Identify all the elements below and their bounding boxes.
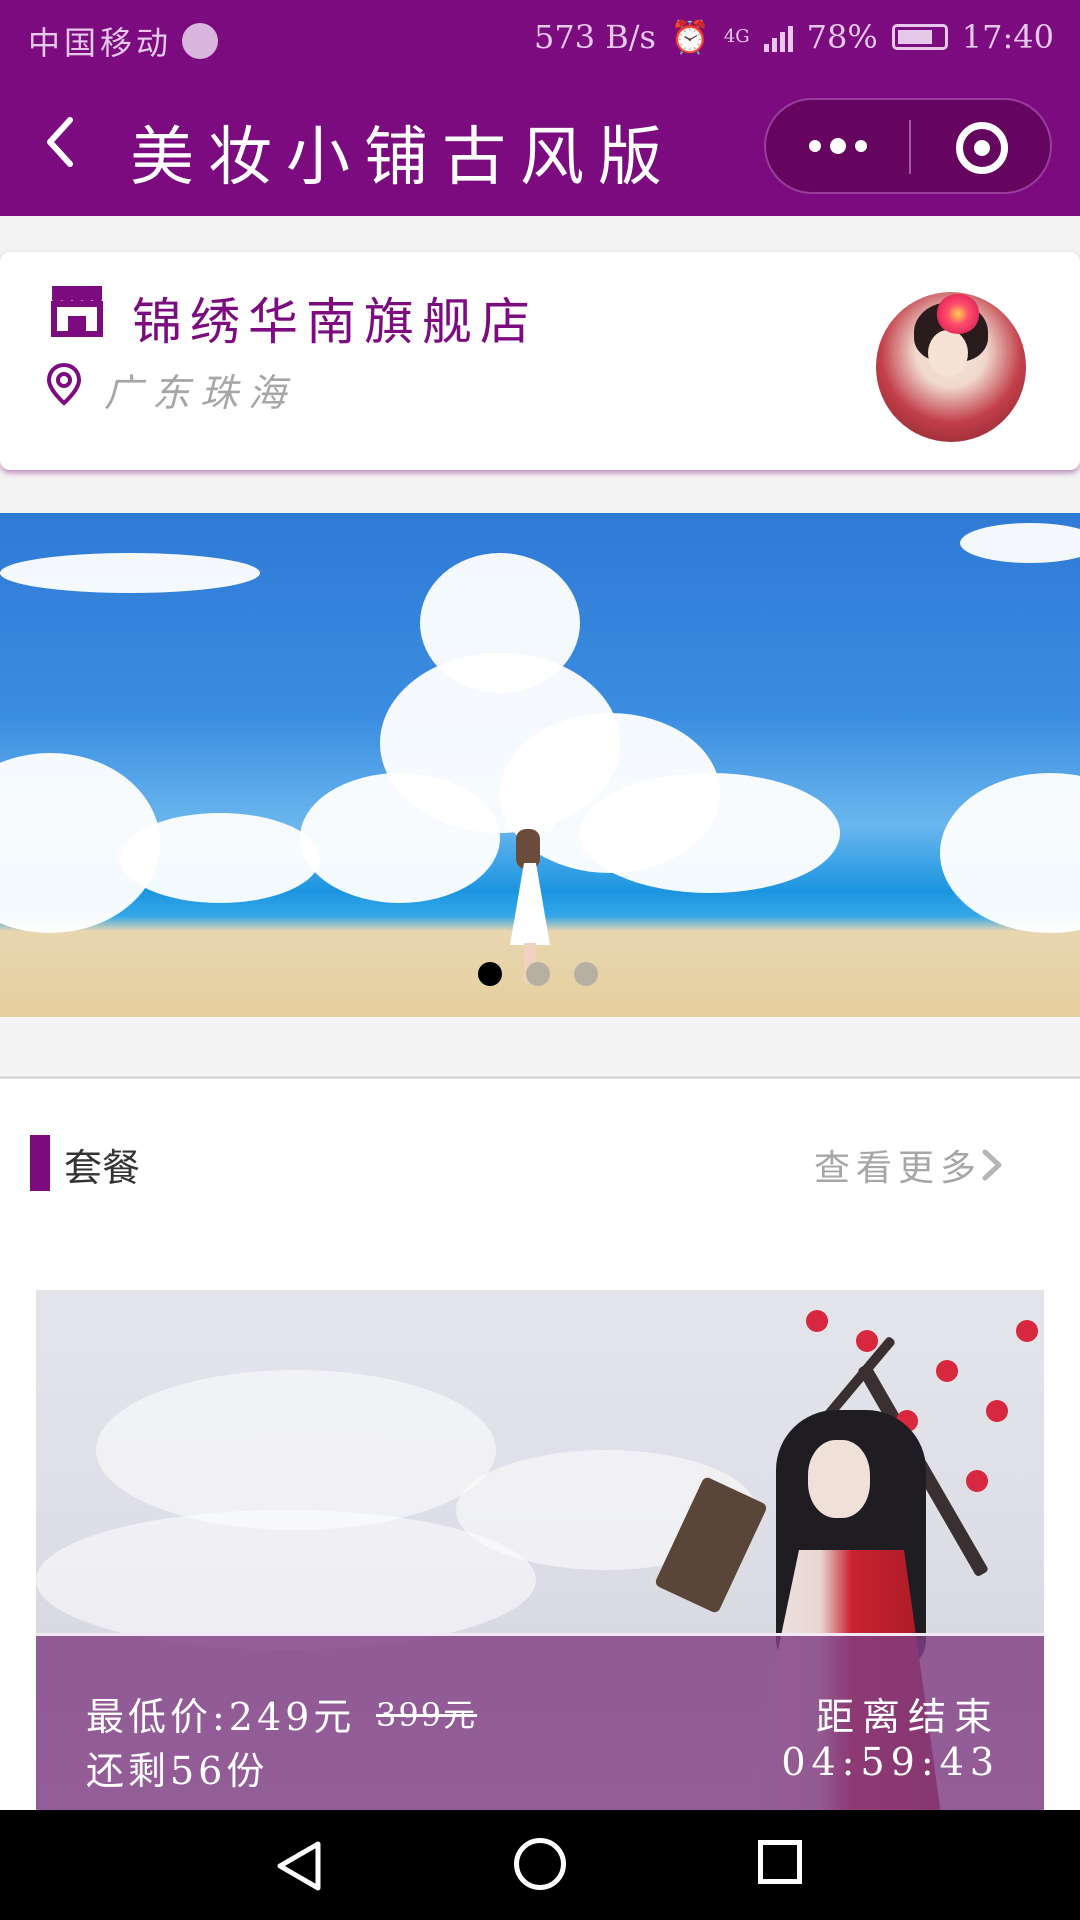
status-left: 中国移动 (28, 18, 219, 64)
shop-location: 广东珠海 (104, 371, 297, 415)
carousel-dot[interactable] (526, 962, 550, 986)
capsule-divider (909, 120, 911, 174)
page-title: 美妆小铺古风版 (130, 121, 676, 195)
battery-icon (891, 24, 948, 50)
music-icon (182, 23, 219, 59)
carrier-label: 中国移动 (28, 24, 173, 62)
more-dots-icon (808, 140, 821, 152)
chevron-right-icon[interactable] (980, 1147, 1004, 1183)
chevron-left-icon (47, 117, 73, 167)
shop-card[interactable]: 锦绣华南旗舰店 广东珠海 (0, 252, 1080, 470)
back-button[interactable] (36, 114, 92, 170)
map-pin-icon (46, 362, 82, 406)
package-card[interactable]: 最低价:249元 399元 还剩56份 距离结束 04:59:43 (36, 1290, 1044, 1810)
shop-name: 锦绣华南旗舰店 (132, 293, 538, 351)
original-price: 399元 (376, 1696, 478, 1734)
countdown-timer: 04:59:43 (781, 1740, 1000, 1784)
status-right: 573 B/s ⏰ 4G 78% 17:40 (534, 18, 1054, 56)
section-title: 套餐 (64, 1146, 141, 1190)
target-icon[interactable] (956, 122, 1008, 174)
battery-percent: 78% (806, 18, 878, 56)
nav-bar: 美妆小铺古风版 (0, 78, 1080, 216)
lowest-price: 最低价:249元 (86, 1695, 356, 1739)
shop-avatar (876, 292, 1026, 442)
network-speed: 573 B/s (534, 18, 656, 56)
signal-icon (763, 22, 793, 52)
package-info-overlay: 最低价:249元 399元 还剩56份 距离结束 04:59:43 (36, 1633, 1044, 1810)
banner-carousel[interactable] (0, 513, 1080, 1017)
view-more-link[interactable]: 查看更多 (814, 1139, 982, 1191)
back-triangle-icon[interactable] (272, 1838, 328, 1894)
store-icon (51, 286, 103, 337)
home-circle-icon[interactable] (514, 1838, 566, 1890)
more-button[interactable] (766, 100, 909, 192)
carousel-dot[interactable] (478, 962, 502, 986)
section-accent-bar (30, 1135, 50, 1191)
carousel-dot[interactable] (574, 962, 598, 986)
clock: 17:40 (961, 18, 1054, 56)
carousel-indicator (478, 962, 598, 986)
system-nav-bar (0, 1810, 1080, 1920)
network-type: 4G (723, 26, 750, 47)
status-bar: 中国移动 573 B/s ⏰ 4G 78% 17:40 (0, 0, 1080, 78)
alarm-icon: ⏰ (669, 18, 710, 56)
countdown-label: 距离结束 (815, 1695, 1000, 1739)
menu-capsule (764, 98, 1052, 194)
remaining-count: 还剩56份 (86, 1749, 269, 1793)
recent-apps-icon[interactable] (758, 1840, 802, 1884)
